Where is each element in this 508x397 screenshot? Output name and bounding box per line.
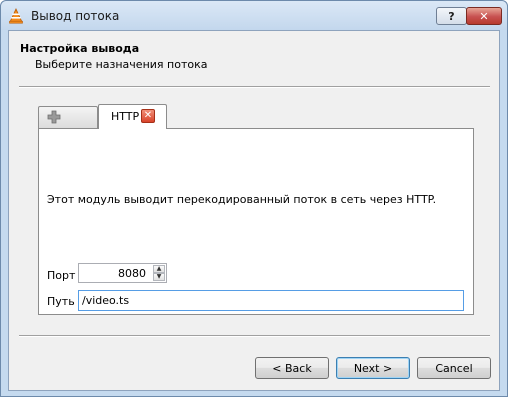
cancel-button[interactable]: Cancel: [417, 357, 491, 379]
module-description: Этот модуль выводит перекодированный пот…: [47, 193, 437, 206]
wizard-content: Настройка вывода Выберите назначения пот…: [8, 30, 500, 391]
header-divider: [19, 86, 490, 88]
page-title: Настройка вывода: [20, 42, 140, 55]
port-stepper: ▲ ▼: [153, 265, 165, 281]
back-button[interactable]: < Back: [255, 357, 329, 379]
help-button[interactable]: ?: [436, 7, 467, 25]
port-label: Порт: [47, 269, 76, 282]
path-label: Путь: [47, 295, 75, 308]
tab-close-icon[interactable]: ✕: [141, 109, 155, 123]
close-button[interactable]: ✕: [466, 7, 502, 25]
path-input[interactable]: [78, 290, 464, 311]
tab-http-label: HTTP: [111, 110, 140, 123]
port-spinbox[interactable]: 8080 ▲ ▼: [78, 263, 167, 283]
port-value: 8080: [118, 267, 146, 280]
spin-up-button[interactable]: ▲: [153, 265, 165, 273]
window-title: Вывод потока: [31, 9, 120, 23]
http-settings-panel: Этот модуль выводит перекодированный пот…: [38, 128, 474, 315]
next-button[interactable]: Next >: [336, 357, 410, 379]
tab-http[interactable]: HTTP ✕: [98, 104, 167, 129]
page-subtitle: Выберите назначения потока: [35, 58, 208, 71]
spin-down-button[interactable]: ▼: [153, 273, 165, 281]
add-destination-tab[interactable]: [38, 106, 98, 128]
title-bar[interactable]: Вывод потока ? ✕: [1, 1, 507, 30]
stream-output-window: Вывод потока ? ✕ Настройка вывода Выбери…: [0, 0, 508, 397]
vlc-cone-icon: [9, 8, 23, 24]
plus-icon: [47, 110, 61, 124]
footer-divider: [19, 335, 490, 337]
